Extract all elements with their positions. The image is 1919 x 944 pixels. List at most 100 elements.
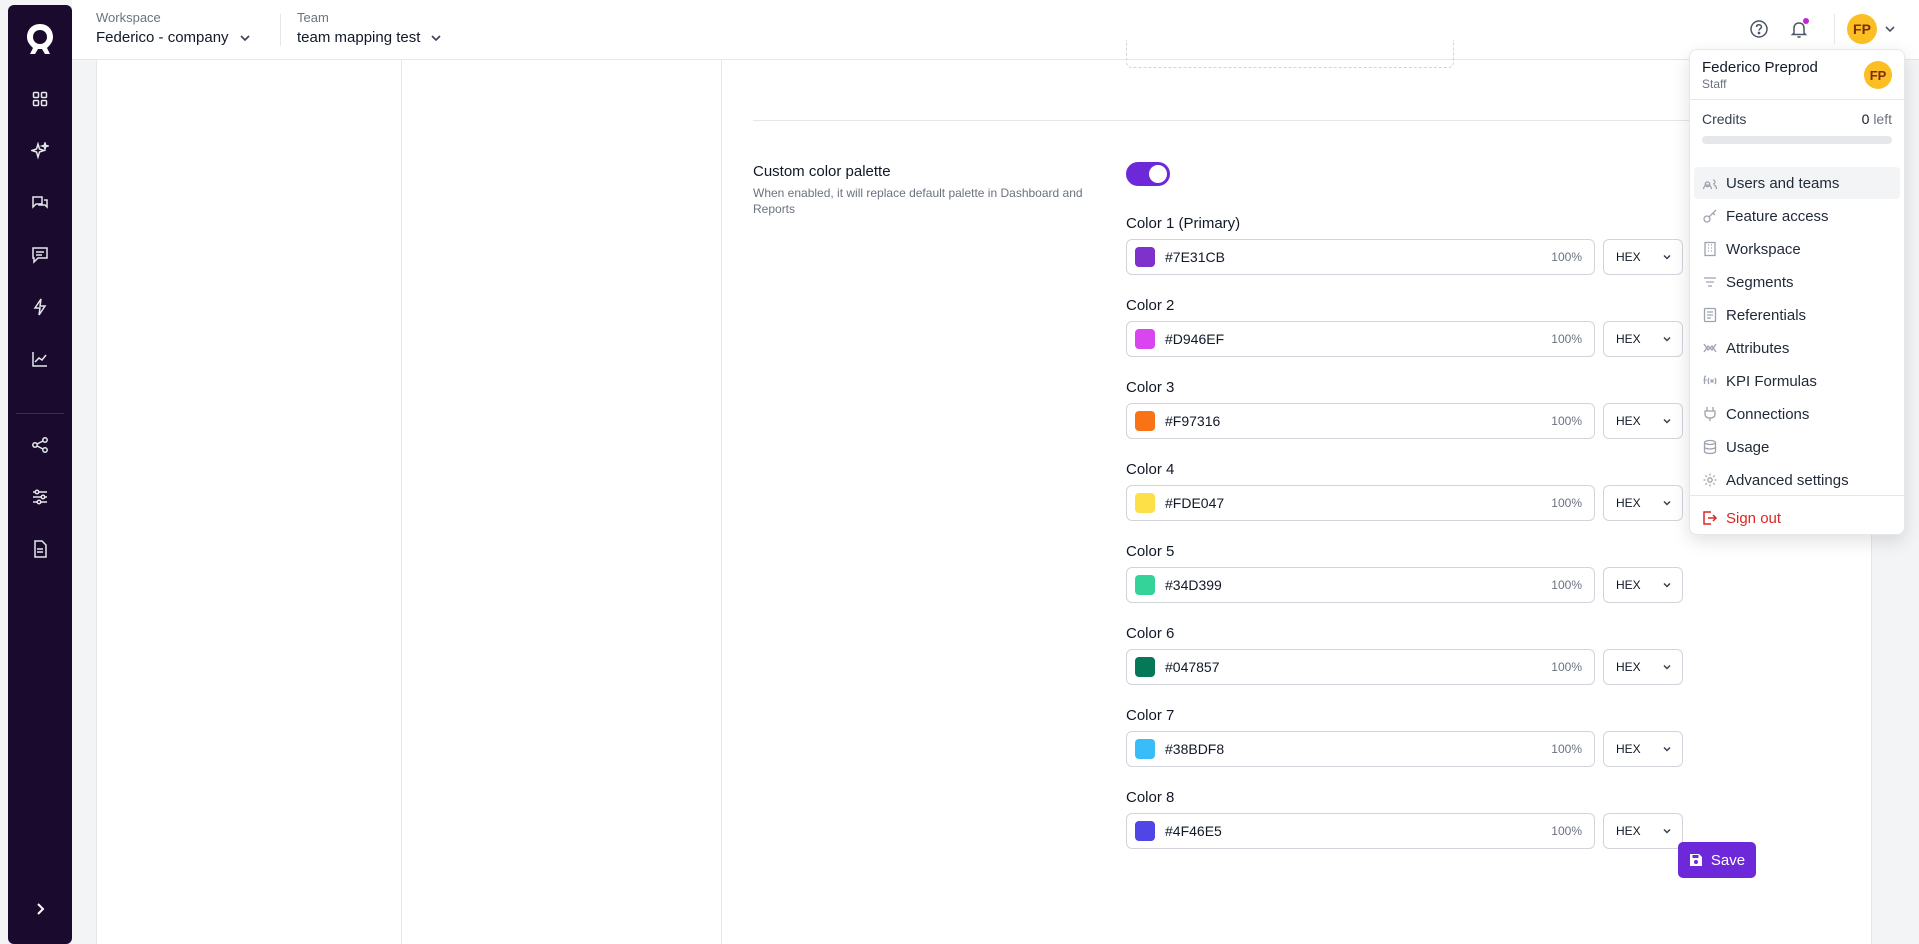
attributes-icon [1702, 340, 1718, 356]
menu-item-usage[interactable]: Usage [1694, 431, 1900, 463]
menu-item-label: Feature access [1726, 207, 1829, 225]
color-label: Color 4 [1126, 461, 1175, 478]
color-hex-input[interactable]: #38BDF8 100% [1126, 731, 1595, 767]
color-hex-value: #F97316 [1165, 413, 1221, 429]
formula-icon [1702, 373, 1718, 389]
color-format-value: HEX [1616, 824, 1641, 838]
chart-icon[interactable] [30, 349, 50, 369]
menu-item-kpi-formulas[interactable]: KPI Formulas [1694, 365, 1900, 397]
menu-item-advanced-settings[interactable]: Advanced settings [1694, 464, 1900, 496]
chevron-down-icon [1663, 664, 1671, 670]
color-label: Color 2 [1126, 297, 1175, 314]
color-format-select[interactable]: HEX [1603, 649, 1683, 685]
color-format-value: HEX [1616, 578, 1641, 592]
color-swatch[interactable] [1135, 657, 1155, 677]
color-swatch[interactable] [1135, 821, 1155, 841]
logo-icon[interactable] [24, 21, 56, 57]
color-format-value: HEX [1616, 414, 1641, 428]
save-button[interactable]: Save [1678, 842, 1756, 878]
menu-item-label: Segments [1726, 273, 1794, 291]
database-icon [1702, 439, 1718, 455]
workspace-selector[interactable]: Workspace Federico - company [96, 10, 251, 46]
app-rail [8, 5, 72, 944]
color-format-value: HEX [1616, 742, 1641, 756]
color-format-select[interactable]: HEX [1603, 567, 1683, 603]
menu-item-label: Attributes [1726, 339, 1790, 357]
chevron-down-icon [1885, 26, 1895, 33]
color-hex-input[interactable]: #4F46E5 100% [1126, 813, 1595, 849]
color-hex-value: #38BDF8 [1165, 741, 1225, 757]
color-swatch[interactable] [1135, 329, 1155, 349]
palette-title: Custom color palette [753, 163, 891, 180]
team-selector[interactable]: Team team mapping test [297, 10, 442, 46]
color-format-select[interactable]: HEX [1603, 403, 1683, 439]
menu-item-workspace[interactable]: Workspace [1694, 233, 1900, 265]
color-format-select[interactable]: HEX [1603, 813, 1683, 849]
palette-description: When enabled, it will replace default pa… [753, 186, 1083, 216]
chat-icon[interactable] [30, 193, 50, 213]
color-hex-input[interactable]: #F97316 100% [1126, 403, 1595, 439]
color-row: Color 8 #4F46E5 100% HEX [1126, 789, 1686, 853]
credits-value: 0 [1861, 111, 1870, 127]
team-value: team mapping test [297, 29, 421, 46]
color-format-select[interactable]: HEX [1603, 239, 1683, 275]
gear-icon [1702, 472, 1718, 488]
chevron-down-icon [1663, 746, 1671, 752]
color-swatch[interactable] [1135, 411, 1155, 431]
lightning-icon[interactable] [30, 297, 50, 317]
menu-user-role: Staff [1702, 77, 1727, 91]
menu-item-label: Referentials [1726, 306, 1807, 324]
sign-out-item[interactable]: Sign out [1694, 502, 1900, 534]
color-row: Color 5 #34D399 100% HEX [1126, 543, 1686, 607]
share-icon[interactable] [30, 435, 50, 455]
chevron-right-icon[interactable] [30, 899, 50, 919]
color-hex-input[interactable]: #34D399 100% [1126, 567, 1595, 603]
color-format-select[interactable]: HEX [1603, 321, 1683, 357]
menu-item-attributes[interactable]: Attributes [1694, 332, 1900, 364]
sliders-icon[interactable] [30, 487, 50, 507]
toggle-knob [1149, 165, 1167, 183]
user-menu-trigger[interactable]: FP [1847, 14, 1897, 44]
color-opacity: 100% [1551, 250, 1582, 264]
menu-item-segments[interactable]: Segments [1694, 266, 1900, 298]
color-swatch[interactable] [1135, 247, 1155, 267]
color-hex-input[interactable]: #7E31CB 100% [1126, 239, 1595, 275]
menu-item-users-and-teams[interactable]: Users and teams [1694, 167, 1900, 199]
document-icon[interactable] [30, 539, 50, 559]
sign-out-icon [1702, 510, 1718, 526]
palette-toggle[interactable] [1126, 162, 1170, 186]
sparkles-icon[interactable] [30, 141, 50, 161]
help-icon[interactable] [1748, 18, 1770, 40]
menu-item-label: Usage [1726, 438, 1770, 456]
menu-item-referentials[interactable]: Referentials [1694, 299, 1900, 331]
menu-divider [1690, 99, 1904, 100]
color-opacity: 100% [1551, 742, 1582, 756]
color-swatch[interactable] [1135, 739, 1155, 759]
message-icon[interactable] [30, 245, 50, 265]
menu-item-feature-access[interactable]: Feature access [1694, 200, 1900, 232]
color-opacity: 100% [1551, 660, 1582, 674]
bell-icon[interactable] [1788, 18, 1810, 40]
color-row: Color 1 (Primary) #7E31CB 100% HEX [1126, 215, 1686, 279]
color-format-value: HEX [1616, 496, 1641, 510]
user-dropdown-menu: Federico Preprod Staff FP Credits 0 left… [1689, 49, 1905, 535]
color-row: Color 2 #D946EF 100% HEX [1126, 297, 1686, 361]
color-label: Color 1 (Primary) [1126, 215, 1241, 232]
color-opacity: 100% [1551, 332, 1582, 346]
list-icon [1702, 307, 1718, 323]
color-label: Color 7 [1126, 707, 1175, 724]
menu-item-connections[interactable]: Connections [1694, 398, 1900, 430]
color-hex-input[interactable]: #D946EF 100% [1126, 321, 1595, 357]
color-swatch[interactable] [1135, 575, 1155, 595]
upload-dropzone[interactable] [1126, 40, 1454, 68]
color-format-select[interactable]: HEX [1603, 485, 1683, 521]
dashboard-icon[interactable] [30, 89, 50, 109]
color-hex-value: #34D399 [1165, 577, 1222, 593]
color-format-select[interactable]: HEX [1603, 731, 1683, 767]
avatar: FP [1864, 61, 1892, 89]
color-opacity: 100% [1551, 414, 1582, 428]
color-hex-input[interactable]: #FDE047 100% [1126, 485, 1595, 521]
color-hex-input[interactable]: #047857 100% [1126, 649, 1595, 685]
color-swatch[interactable] [1135, 493, 1155, 513]
chevron-down-icon [1663, 336, 1671, 342]
